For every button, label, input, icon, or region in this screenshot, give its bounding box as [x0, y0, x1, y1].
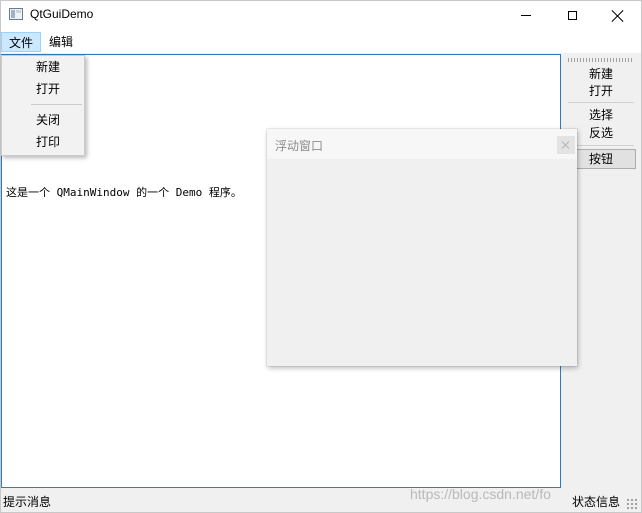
menu-item-open[interactable]: 打开 [2, 78, 82, 100]
central-text: 这是一个 QMainWindow 的一个 Demo 程序。 [6, 186, 242, 199]
menu-item-print[interactable]: 打印 [2, 131, 82, 153]
maximize-button[interactable] [549, 1, 595, 30]
toolbar-new[interactable]: 新建 [566, 65, 636, 83]
dock-close-button[interactable] [557, 136, 575, 154]
menu-edit[interactable]: 编辑 [42, 32, 80, 52]
toolbar-select[interactable]: 选择 [566, 106, 636, 124]
close-icon [562, 141, 570, 149]
close-button[interactable] [595, 1, 641, 30]
minimize-icon [521, 15, 531, 16]
toolbar-open[interactable]: 打开 [566, 82, 636, 100]
menu-item-new[interactable]: 新建 [2, 56, 82, 78]
status-message: 提示消息 [3, 495, 52, 509]
menu-separator [31, 104, 82, 105]
toolbar-separator [568, 102, 634, 103]
close-icon [612, 10, 624, 22]
menu-bar [1, 30, 641, 53]
watermark: https://blog.csdn.net/fo [410, 486, 551, 502]
toolbar-separator [568, 145, 634, 146]
maximize-icon [567, 11, 577, 20]
menu-file[interactable]: 文件 [1, 32, 41, 52]
dock-title: 浮动窗口 [275, 139, 324, 153]
menu-item-close[interactable]: 关闭 [2, 109, 82, 131]
status-permanent-info: 状态信息 [572, 495, 621, 509]
size-grip-icon[interactable] [626, 498, 638, 510]
minimize-button[interactable] [503, 1, 549, 30]
app-window-icon [9, 8, 23, 20]
toolbar-drag-handle[interactable] [568, 58, 634, 62]
window-title: QtGuiDemo [30, 7, 94, 21]
floating-dock-window[interactable] [267, 129, 577, 366]
